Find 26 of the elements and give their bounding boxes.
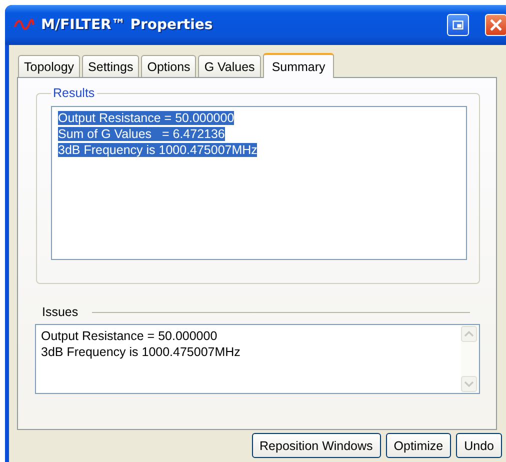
tab[interactable]: Options: [141, 55, 196, 77]
issues-textbox[interactable]: Output Resistance = 50.000000 3dB Frequency is 1000.475007MHz: [35, 324, 480, 394]
tab[interactable]: Topology: [18, 55, 80, 77]
section-label: Issues: [42, 305, 78, 319]
tab[interactable]: Summary: [262, 53, 334, 78]
tab[interactable]: Settings: [82, 55, 140, 77]
window-title: M/FILTER™ Properties: [41, 17, 213, 33]
scroll-up-icon[interactable]: [461, 326, 477, 342]
close-icon: [489, 18, 503, 32]
window-icon: [452, 19, 464, 31]
results-list[interactable]: Output Resistance = 50.000000 Sum of G Values = 6.472136 3dB Frequency is 1000.475007MHz: [51, 106, 467, 260]
text-line: Output Resistance = 50.000000: [41, 328, 218, 344]
scroll-down-icon[interactable]: [461, 376, 477, 392]
list-item[interactable]: Output Resistance = 50.000000: [58, 111, 234, 125]
dialog-button[interactable]: Optimize: [386, 433, 452, 458]
close-button[interactable]: [485, 14, 506, 36]
restore-button[interactable]: [447, 14, 469, 36]
dialog-button[interactable]: Undo: [456, 433, 502, 458]
list-item[interactable]: 3dB Frequency is 1000.475007MHz: [58, 143, 258, 157]
text-line: 3dB Frequency is 1000.475007MHz: [41, 344, 242, 360]
dialog-button[interactable]: Reposition Windows: [252, 433, 381, 458]
group-label: Results: [52, 86, 96, 100]
list-item[interactable]: Sum of G Values = 6.472136: [58, 127, 225, 141]
scrollbar[interactable]: [461, 325, 479, 393]
tab[interactable]: G Values: [198, 55, 261, 77]
wave-icon: [13, 19, 35, 31]
